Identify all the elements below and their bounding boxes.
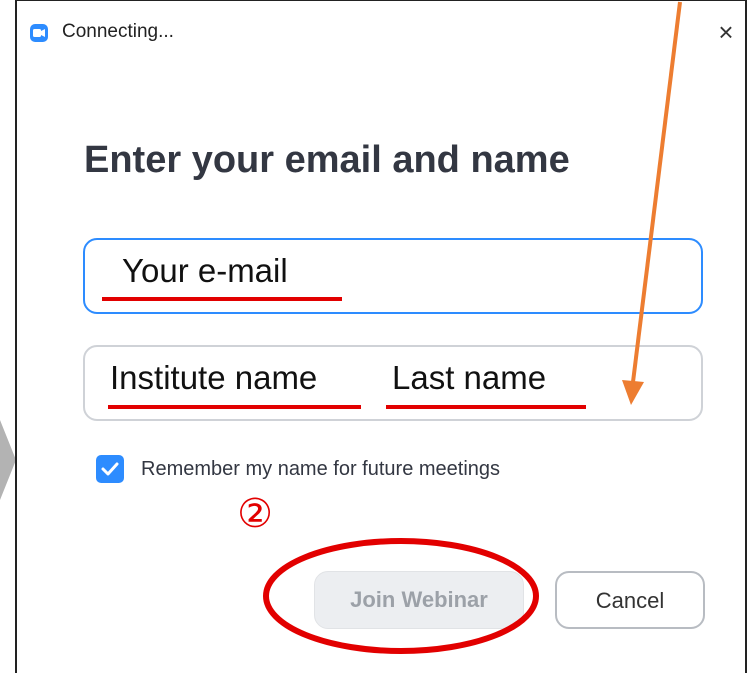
checkmark-icon xyxy=(101,462,119,476)
name-field-lastname: Last name xyxy=(392,359,547,396)
dialog-heading: Enter your email and name xyxy=(84,139,570,181)
remember-label: Remember my name for future meetings xyxy=(141,458,501,480)
titlebar: Connecting... × xyxy=(17,1,745,65)
zoom-logo-icon xyxy=(30,24,48,42)
email-underline xyxy=(102,297,342,301)
lastname-underline xyxy=(386,405,586,409)
name-field[interactable]: Institute name Last name xyxy=(83,345,703,421)
connecting-dialog: Connecting... × Enter your email and nam… xyxy=(15,0,747,673)
email-field[interactable]: Your e-mail xyxy=(83,238,703,314)
close-icon[interactable]: × xyxy=(711,17,741,47)
window-title: Connecting... xyxy=(62,21,174,42)
remember-checkbox[interactable] xyxy=(96,455,124,483)
annotation-arrow-shape xyxy=(0,420,16,500)
institute-underline xyxy=(108,405,361,409)
step-badge: ② xyxy=(237,492,273,536)
cancel-button[interactable]: Cancel xyxy=(555,571,705,629)
email-field-value: Your e-mail xyxy=(122,252,288,289)
name-field-institute: Institute name xyxy=(110,359,318,396)
join-webinar-button[interactable]: Join Webinar xyxy=(314,571,524,629)
